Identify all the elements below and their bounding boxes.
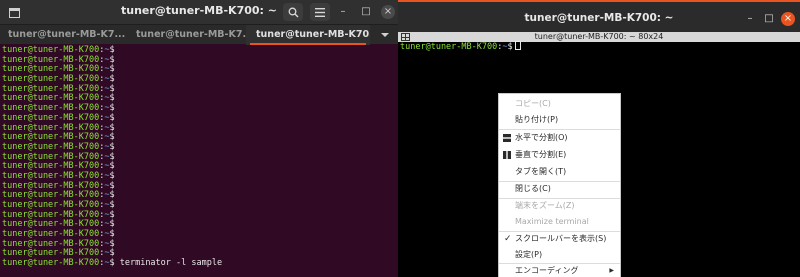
prompt-symbol: $ xyxy=(109,190,115,201)
terminator-titlebar: tuner@tuner-MB-K700: ~ – □ × xyxy=(398,0,800,32)
terminator-window-title: tuner@tuner-MB-K700: ~ xyxy=(524,12,674,24)
terminator-close-button[interactable]: × xyxy=(781,12,795,26)
prompt-user-host: tuner@tuner-MB-K700 xyxy=(2,45,100,55)
menu-item-split-horizontal[interactable]: 水平で分割(O) xyxy=(499,130,620,146)
menu-item-close[interactable]: 閉じる(C) xyxy=(499,181,620,197)
menu-item-copy[interactable]: コピー(C) xyxy=(499,96,620,112)
terminator-maximize-button[interactable]: □ xyxy=(762,12,776,26)
menu-item-zoom-terminal[interactable]: 端末をズーム(Z) xyxy=(499,198,620,214)
prompt-user-host: tuner@tuner-MB-K700 xyxy=(2,248,100,259)
check-icon: ✓ xyxy=(504,234,512,244)
menu-item-show-scrollbar[interactable]: ✓ スクロールバーを表示(S) xyxy=(499,231,620,247)
tab-1[interactable]: tuner@tuner-MB-K7... xyxy=(0,25,128,45)
prompt-user-host: tuner@tuner-MB-K700 xyxy=(2,219,100,230)
prompt-user-host: tuner@tuner-MB-K700 xyxy=(2,170,100,181)
search-button[interactable] xyxy=(283,3,303,21)
prompt-symbol: $ xyxy=(507,42,513,52)
menu-item-maximize-terminal[interactable]: Maximize terminal xyxy=(499,214,620,230)
menu-item-preferences[interactable]: 設定(P) xyxy=(499,247,620,263)
prompt-symbol: $ xyxy=(109,180,115,191)
prompt-user-host: tuner@tuner-MB-K700 xyxy=(400,42,498,52)
prompt-symbol: $ xyxy=(109,74,115,85)
menu-item-open-tab[interactable]: タブを開く(T) xyxy=(499,164,620,180)
prompt-user-host: tuner@tuner-MB-K700 xyxy=(2,93,100,104)
hamburger-menu-icon xyxy=(315,7,325,17)
prompt-symbol: $ xyxy=(109,64,115,75)
prompt-user-host: tuner@tuner-MB-K700 xyxy=(2,258,100,269)
context-menu: コピー(C) 貼り付け(P) 水平で分割(O) 垂直で分割(E) タブを開く(T… xyxy=(498,93,621,277)
close-button[interactable]: × xyxy=(381,5,395,19)
prompt-user-host: tuner@tuner-MB-K700 xyxy=(2,83,100,94)
prompt-user-host: tuner@tuner-MB-K700 xyxy=(2,74,100,85)
menu-item-paste[interactable]: 貼り付け(P) xyxy=(499,112,620,128)
menu-item-encoding[interactable]: エンコーディング ▶ xyxy=(499,263,620,277)
prompt-symbol: $ xyxy=(109,54,115,65)
split-horizontal-icon xyxy=(503,134,511,142)
prompt-symbol: $ xyxy=(109,161,115,172)
maximize-button[interactable]: □ xyxy=(359,5,373,19)
prompt-user-host: tuner@tuner-MB-K700 xyxy=(2,132,100,143)
hamburger-menu-button[interactable] xyxy=(310,3,330,21)
prompt-user-host: tuner@tuner-MB-K700 xyxy=(2,238,100,249)
terminator-terminal-output[interactable]: tuner@tuner-MB-K700:~$ xyxy=(400,41,521,52)
prompt-symbol: $ xyxy=(109,45,115,55)
prompt-user-host: tuner@tuner-MB-K700 xyxy=(2,229,100,240)
terminator-minimize-button[interactable]: – xyxy=(743,12,757,26)
prompt-user-host: tuner@tuner-MB-K700 xyxy=(2,190,100,201)
prompt-user-host: tuner@tuner-MB-K700 xyxy=(2,54,100,65)
prompt-symbol: $ xyxy=(109,170,115,181)
prompt-user-host: tuner@tuner-MB-K700 xyxy=(2,200,100,210)
prompt-symbol: $ xyxy=(109,219,115,230)
prompt-symbol: $ xyxy=(109,209,115,220)
tab-3-active[interactable]: tuner@tuner-MB-K70... xyxy=(246,25,370,45)
tab-list-dropdown-icon[interactable] xyxy=(380,31,390,39)
split-vertical-icon xyxy=(503,151,511,159)
prompt-user-host: tuner@tuner-MB-K700 xyxy=(2,141,100,152)
prompt-user-host: tuner@tuner-MB-K700 xyxy=(2,112,100,123)
prompt-user-host: tuner@tuner-MB-K700 xyxy=(2,103,100,114)
prompt-symbol: $ xyxy=(109,151,115,162)
prompt-symbol: $ xyxy=(109,112,115,123)
minimize-button[interactable]: – xyxy=(336,5,350,19)
prompt-symbol: $ xyxy=(109,132,115,143)
tab-bar: tuner@tuner-MB-K7... tuner@tuner-MB-K7..… xyxy=(0,24,398,45)
prompt-user-host: tuner@tuner-MB-K700 xyxy=(2,180,100,191)
tab-2[interactable]: tuner@tuner-MB-K7... xyxy=(128,25,246,45)
typed-command: terminator -l sample xyxy=(114,258,223,269)
prompt-line: tuner@tuner-MB-K700:~$ terminator -l sam… xyxy=(2,258,398,269)
prompt-symbol: $ xyxy=(109,93,115,104)
prompt-user-host: tuner@tuner-MB-K700 xyxy=(2,64,100,75)
prompt-user-host: tuner@tuner-MB-K700 xyxy=(2,122,100,133)
gnome-terminal-window: tuner@tuner-MB-K700: ~ – □ × tuner@tuner… xyxy=(0,0,398,277)
prompt-symbol: $ xyxy=(109,200,115,210)
prompt-symbol: $ xyxy=(109,103,115,114)
prompt-user-host: tuner@tuner-MB-K700 xyxy=(2,209,100,220)
terminal-cursor xyxy=(514,41,521,50)
left-header-bar: tuner@tuner-MB-K700: ~ – □ × xyxy=(0,0,398,24)
prompt-symbol: $ xyxy=(109,83,115,94)
terminal-output[interactable]: tuner@tuner-MB-K700:~$ tuner@tuner-MB-K70… xyxy=(0,44,398,277)
prompt-symbol: $ xyxy=(109,141,115,152)
prompt-symbol: $ xyxy=(109,122,115,133)
prompt-symbol: $ xyxy=(109,229,115,240)
search-icon xyxy=(288,7,298,17)
submenu-arrow-icon: ▶ xyxy=(609,267,614,274)
prompt-symbol: $ xyxy=(109,248,115,259)
menu-item-split-vertical[interactable]: 垂直で分割(E) xyxy=(499,147,620,163)
prompt-symbol: $ xyxy=(109,238,115,249)
prompt-user-host: tuner@tuner-MB-K700 xyxy=(2,151,100,162)
prompt-user-host: tuner@tuner-MB-K700 xyxy=(2,161,100,172)
